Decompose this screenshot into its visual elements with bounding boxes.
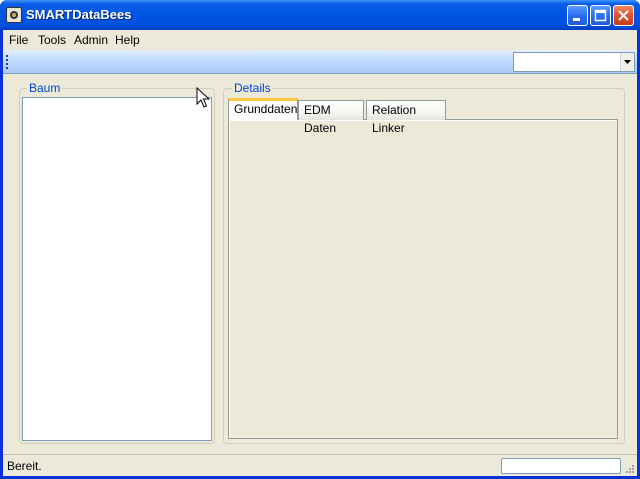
status-bar: Bereit. bbox=[3, 454, 637, 476]
title-bar[interactable]: SMARTDataBees bbox=[0, 0, 640, 30]
menu-file[interactable]: File bbox=[6, 32, 31, 48]
toolstrip-grip[interactable] bbox=[6, 55, 9, 69]
status-text: Bereit. bbox=[7, 459, 42, 473]
maximize-icon bbox=[594, 9, 607, 22]
window-title: SMARTDataBees bbox=[26, 7, 132, 22]
main-window: SMARTDataBees File Tools Admin Help Baum… bbox=[0, 0, 640, 479]
details-groupbox: Details EDM Daten Relation Linker Grundd… bbox=[223, 81, 625, 444]
client-area: File Tools Admin Help Baum Details EDM D… bbox=[3, 30, 637, 476]
close-button[interactable] bbox=[613, 5, 634, 26]
tree-legend: Baum bbox=[27, 81, 63, 95]
tab-grunddaten[interactable]: Grunddaten bbox=[228, 98, 298, 120]
status-progress-panel bbox=[501, 458, 621, 474]
minimize-button[interactable] bbox=[567, 5, 588, 26]
combo-dropdown-button[interactable] bbox=[620, 53, 634, 71]
tool-strip bbox=[3, 50, 637, 74]
close-icon bbox=[618, 10, 629, 21]
resize-grip-icon[interactable] bbox=[623, 462, 635, 474]
app-icon[interactable] bbox=[6, 7, 22, 23]
tab-edm-daten[interactable]: EDM Daten bbox=[298, 100, 364, 135]
chevron-down-icon bbox=[624, 60, 631, 64]
menu-admin[interactable]: Admin bbox=[71, 32, 111, 48]
menu-tools[interactable]: Tools bbox=[35, 32, 69, 48]
tab-relation-linker[interactable]: Relation Linker bbox=[366, 100, 446, 135]
details-legend: Details bbox=[232, 81, 273, 95]
tab-panel-grunddaten bbox=[228, 119, 618, 439]
maximize-button[interactable] bbox=[590, 5, 611, 26]
menu-bar: File Tools Admin Help bbox=[3, 30, 637, 49]
toolbar-combo[interactable] bbox=[513, 52, 635, 72]
mouse-cursor-icon bbox=[196, 87, 210, 108]
minimize-icon bbox=[573, 18, 580, 21]
tree-view[interactable] bbox=[22, 97, 212, 441]
tree-groupbox: Baum bbox=[19, 81, 215, 444]
menu-help[interactable]: Help bbox=[112, 32, 143, 48]
